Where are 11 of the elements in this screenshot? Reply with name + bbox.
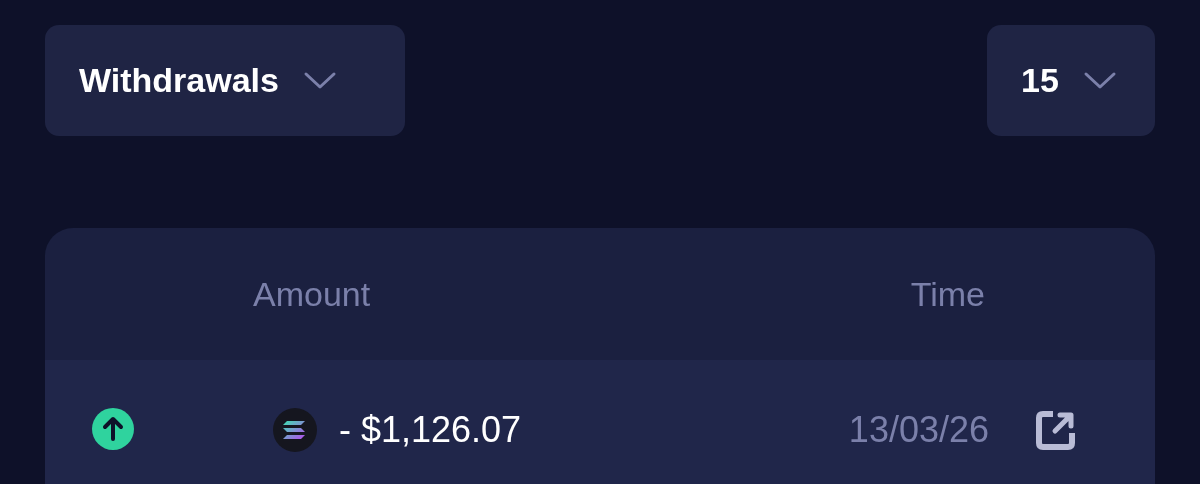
coin-icon [273, 408, 317, 452]
amount-text: - $1,126.07 [339, 408, 522, 452]
page-size-dropdown[interactable]: 15 [987, 25, 1155, 136]
column-header: Amount [253, 273, 371, 315]
external-link-icon[interactable] [1035, 409, 1077, 451]
time-text: 13/03/26 [848, 408, 989, 452]
column-header: Time [910, 273, 985, 315]
type-dropdown[interactable]: Withdrawals [45, 25, 405, 136]
chevron-down-icon [302, 70, 337, 91]
arrow-up-circle-icon [92, 408, 134, 450]
chevron-down-icon [1082, 70, 1117, 91]
